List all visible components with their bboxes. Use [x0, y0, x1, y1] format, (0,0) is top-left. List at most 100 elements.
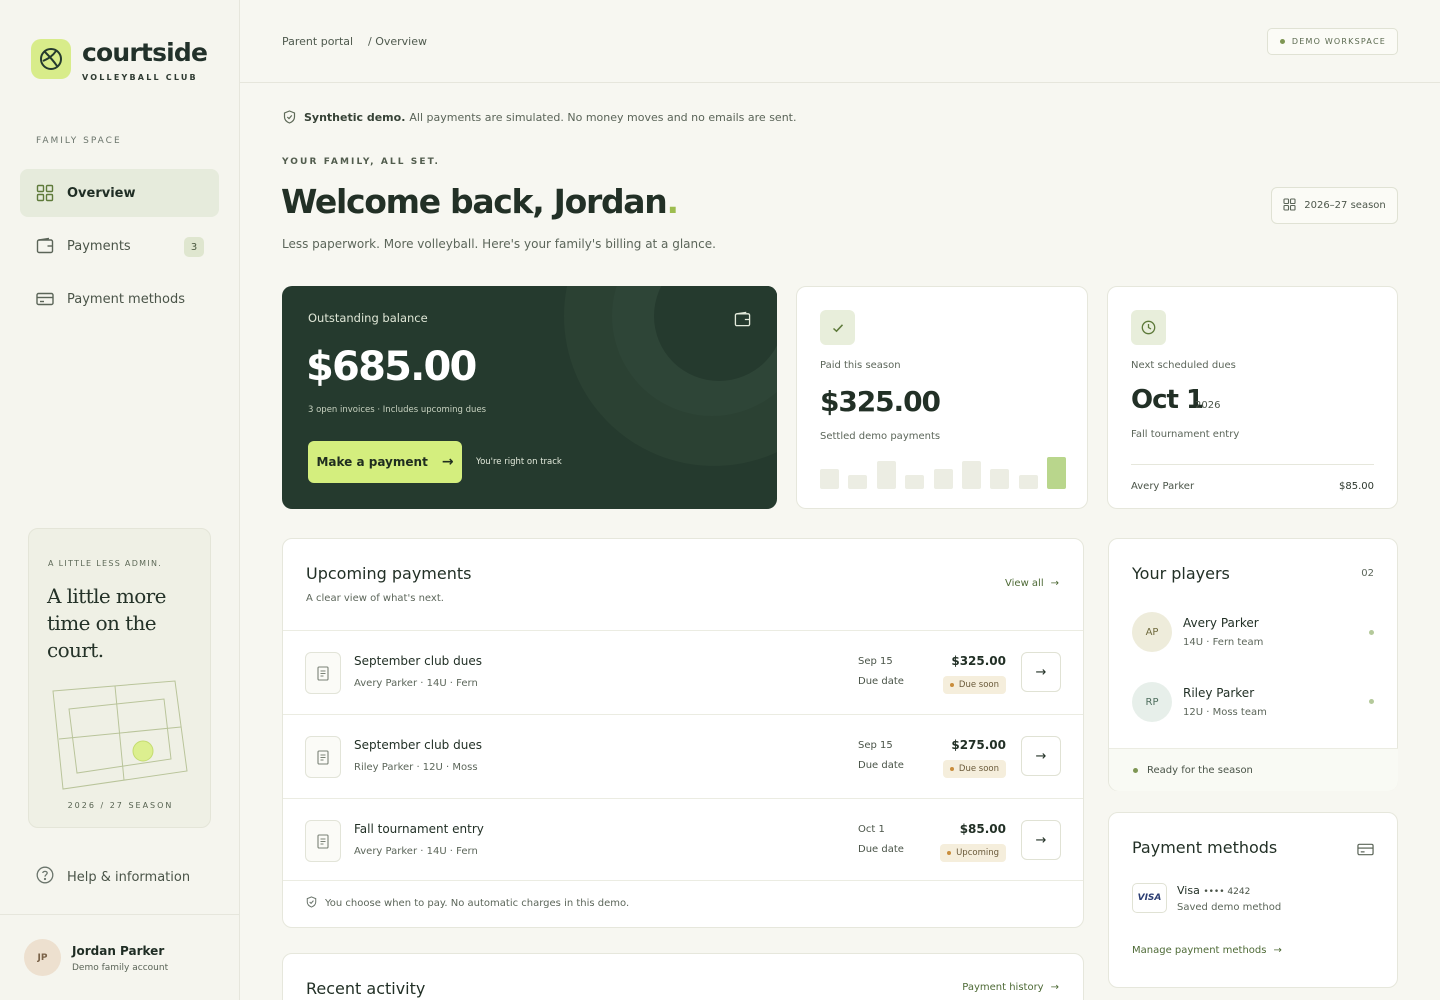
sparkline-bar	[962, 461, 981, 489]
sidebar-item-label: Payments	[67, 238, 131, 254]
open-payment-button[interactable]: →	[1021, 652, 1061, 692]
view-all-label: View all	[1005, 578, 1044, 589]
due-date-label: Due date	[858, 676, 904, 687]
status-dot-icon	[1369, 630, 1374, 635]
promo-season: 2026 / 27 SEASON	[67, 801, 174, 810]
payment-title: September club dues	[354, 738, 482, 752]
divider	[1131, 464, 1374, 465]
payment-sparkline	[820, 455, 1067, 489]
arrow-right-icon: →	[1035, 832, 1047, 848]
season-button-label: 2026–27 season	[1304, 200, 1386, 211]
status-dot-icon	[1279, 39, 1285, 44]
user-role: Demo family account	[72, 963, 169, 973]
outstanding-balance-card: Outstanding balance $685.00 3 open invoi…	[282, 286, 777, 509]
arrow-right-icon: →	[441, 454, 454, 470]
table-row[interactable]: September club dues Avery Parker · 14U ·…	[283, 630, 1083, 714]
payment-methods-title: Payment methods	[1132, 838, 1278, 857]
manage-payment-methods-link[interactable]: Manage payment methods →	[1132, 945, 1282, 956]
sparkline-bar	[1047, 457, 1067, 489]
table-row[interactable]: September club dues Riley Parker · 12U ·…	[283, 714, 1083, 798]
wallet-icon[interactable]	[734, 311, 751, 332]
upcoming-subtitle: A clear view of what's next.	[306, 593, 444, 604]
payment-methods-card: Payment methods VISA Visa •••• 4242 Save…	[1108, 812, 1398, 988]
payment-amount: $275.00	[951, 738, 1006, 752]
on-track-text: You're right on track	[476, 457, 562, 467]
promo-kicker: A LITTLE LESS ADMIN.	[48, 559, 163, 568]
upcoming-title: Upcoming payments	[306, 564, 472, 583]
open-payment-button[interactable]: →	[1021, 820, 1061, 860]
payment-date: Sep 15	[858, 656, 893, 667]
payment-method-subtext: Saved demo method	[1177, 902, 1282, 913]
season-selector-button[interactable]: 2026–27 season	[1271, 187, 1398, 224]
next-dues-date: Oct 1	[1131, 385, 1204, 415]
visa-logo-icon: VISA	[1132, 883, 1167, 913]
sparkline-bar	[933, 469, 953, 489]
next-dues-player: Avery Parker	[1131, 481, 1195, 492]
make-payment-button[interactable]: Make a payment →	[308, 441, 462, 483]
players-count: 02	[1361, 568, 1374, 579]
open-payment-button[interactable]: →	[1021, 736, 1061, 776]
players-footer: Ready for the season	[1109, 748, 1398, 791]
sparkline-bar	[905, 475, 925, 489]
payment-history-link[interactable]: Payment history →	[962, 982, 1059, 993]
player-name[interactable]: Avery Parker	[1183, 616, 1259, 630]
sidebar-item-payment-methods[interactable]: Payment methods	[20, 275, 219, 323]
page-title: Welcome back, Jordan.	[281, 182, 679, 221]
avatar[interactable]: JP	[24, 939, 61, 976]
sparkline-bar	[848, 475, 868, 489]
sidebar-item-payments[interactable]: Payments 3	[20, 222, 219, 270]
table-row[interactable]: Fall tournament entry Avery Parker · 14U…	[283, 798, 1083, 882]
family-space-label: FAMILY SPACE	[36, 136, 122, 146]
card-icon	[36, 290, 54, 308]
brand-name: courtside	[82, 38, 208, 67]
volleyball-logo-icon[interactable]	[31, 39, 71, 79]
help-link[interactable]: Help & information	[36, 866, 190, 888]
check-icon	[820, 310, 855, 345]
arrow-right-icon: →	[1050, 982, 1059, 993]
breadcrumb-parent-portal[interactable]: Parent portal	[282, 35, 353, 48]
players-card: Your players 02 AP Avery Parker 14U · Fe…	[1108, 538, 1398, 791]
status-badge: Due soon	[942, 676, 1006, 694]
user-name: Jordan Parker	[72, 944, 165, 958]
avatar[interactable]: AP	[1132, 612, 1172, 652]
promo-title: A little more time on the court.	[47, 584, 166, 662]
grid-icon	[1283, 197, 1296, 214]
sidebar: courtside VOLLEYBALL CLUB FAMILY SPACE O…	[0, 0, 240, 1000]
card-icon	[1357, 841, 1374, 862]
balance-label: Outstanding balance	[308, 311, 428, 325]
view-all-link[interactable]: View all →	[1005, 578, 1059, 589]
status-label: Due soon	[958, 764, 999, 774]
payment-date: Oct 1	[858, 824, 885, 835]
status-badge: Due soon	[942, 760, 1006, 778]
sparkline-bar	[990, 469, 1010, 489]
payment-amount: $325.00	[951, 654, 1006, 668]
payment-meta: Riley Parker · 12U · Moss	[354, 762, 478, 773]
hero-tagline: Less paperwork. More volleyball. Here's …	[282, 237, 716, 251]
help-label: Help & information	[67, 869, 191, 885]
notice-text: All payments are simulated. No money mov…	[409, 110, 797, 124]
card-brand-name: Visa	[1177, 884, 1200, 897]
upcoming-payments-card: Upcoming payments A clear view of what's…	[282, 538, 1084, 928]
sidebar-item-overview[interactable]: Overview	[20, 169, 219, 217]
welcome-text: Welcome back, Jordan	[281, 182, 668, 221]
avatar[interactable]: RP	[1132, 682, 1172, 722]
players-title: Your players	[1132, 564, 1230, 583]
divider	[0, 914, 240, 915]
payments-count-badge: 3	[184, 237, 204, 257]
status-dot-icon	[1369, 699, 1374, 704]
paid-amount: $325.00	[820, 385, 941, 418]
manage-label: Manage payment methods	[1132, 945, 1267, 956]
arrow-right-icon: →	[1035, 664, 1047, 680]
balance-subtext: 3 open invoices · Includes upcoming dues	[308, 405, 487, 415]
payment-method-name: Visa •••• 4242	[1177, 884, 1250, 897]
payment-meta: Avery Parker · 14U · Fern	[354, 678, 478, 689]
player-name[interactable]: Riley Parker	[1183, 686, 1254, 700]
paid-subtext: Settled demo payments	[820, 431, 941, 442]
recent-activity-title: Recent activity	[306, 979, 426, 998]
sidebar-item-label: Payment methods	[67, 291, 186, 307]
next-dues-amount: $85.00	[1339, 481, 1374, 492]
payment-date: Sep 15	[858, 740, 893, 751]
topbar: Parent portal / Overview DEMO WORKSPACE	[240, 0, 1440, 83]
sparkline-bar	[876, 461, 896, 489]
payment-title: September club dues	[354, 654, 482, 668]
